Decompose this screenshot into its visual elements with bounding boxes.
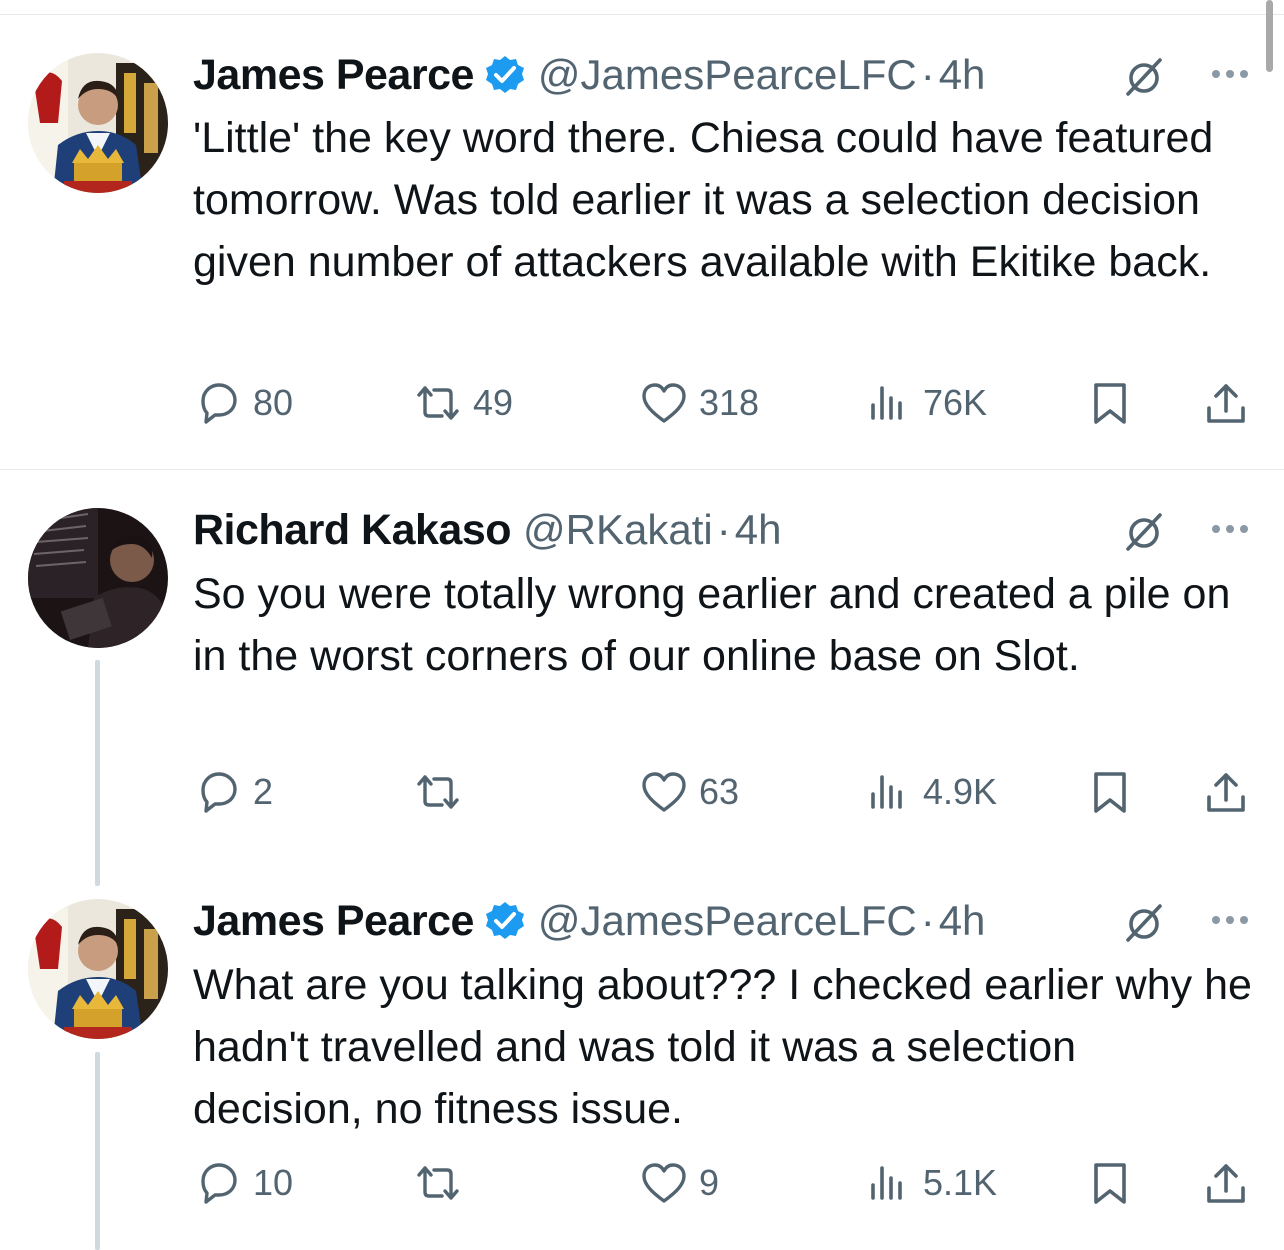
share-button[interactable] xyxy=(1201,1158,1251,1208)
like-count: 9 xyxy=(699,1162,720,1203)
author-handle[interactable]: @JamesPearceLFC xyxy=(538,51,917,99)
retweet-icon xyxy=(417,775,459,809)
separator: · xyxy=(920,51,935,98)
thread-connector xyxy=(95,1052,100,1250)
more-options-icon[interactable] xyxy=(1208,52,1252,96)
timestamp[interactable]: 4h xyxy=(735,506,782,554)
heart-icon xyxy=(642,1163,686,1203)
share-button[interactable] xyxy=(1201,378,1251,428)
bookmark-button[interactable] xyxy=(1085,1158,1135,1208)
bookmark-icon xyxy=(1094,772,1126,813)
more-options-icon[interactable] xyxy=(1208,507,1252,551)
separator: · xyxy=(716,506,731,553)
separator: · xyxy=(920,897,935,944)
avatar[interactable] xyxy=(28,53,168,193)
author-handle[interactable]: @JamesPearceLFC xyxy=(538,897,917,945)
views-button[interactable]: 76K xyxy=(863,378,987,428)
reply-button[interactable]: 2 xyxy=(193,767,273,817)
avatar[interactable] xyxy=(28,899,168,1039)
like-count: 63 xyxy=(699,771,740,812)
grok-icon[interactable] xyxy=(1122,509,1166,553)
tweet-text: So you were totally wrong earlier and cr… xyxy=(193,570,1231,680)
tweet-header: James Pearce @JamesPearceLFC · 4h xyxy=(193,50,985,100)
views-button[interactable]: 5.1K xyxy=(863,1158,997,1208)
author-name[interactable]: James Pearce xyxy=(193,51,474,100)
retweet-icon xyxy=(417,1166,459,1200)
bookmark-icon xyxy=(1094,383,1126,424)
action-bar: 80 49 318 76K xyxy=(193,378,1263,438)
share-icon xyxy=(1207,773,1245,812)
tweet-header: James Pearce @JamesPearceLFC · 4h xyxy=(193,896,985,946)
reply-icon xyxy=(201,383,237,424)
author-name[interactable]: Richard Kakaso xyxy=(193,506,512,555)
views-icon xyxy=(871,775,902,809)
tweet-text: What are you talking about??? I checked … xyxy=(193,961,1252,1133)
retweet-button[interactable] xyxy=(413,1158,473,1208)
action-bar: 2 63 4.9K xyxy=(193,767,1263,827)
top-border xyxy=(0,14,1284,15)
share-icon xyxy=(1207,384,1245,423)
like-button[interactable]: 63 xyxy=(639,767,739,817)
heart-icon xyxy=(642,383,686,423)
like-count: 318 xyxy=(699,382,760,423)
avatar[interactable] xyxy=(28,508,168,648)
tweet-text: 'Little' the key word there. Chiesa coul… xyxy=(193,114,1214,286)
bookmark-button[interactable] xyxy=(1085,378,1135,428)
grok-icon[interactable] xyxy=(1122,54,1166,98)
view-count: 5.1K xyxy=(923,1162,998,1203)
bookmark-button[interactable] xyxy=(1085,767,1135,817)
timestamp[interactable]: 4h xyxy=(939,51,986,99)
thread-connector xyxy=(95,660,100,886)
view-count: 4.9K xyxy=(923,771,998,812)
view-count: 76K xyxy=(923,382,988,423)
reply-button[interactable]: 10 xyxy=(193,1158,293,1208)
verified-badge-icon xyxy=(483,54,526,96)
reply-icon xyxy=(201,772,237,813)
timestamp[interactable]: 4h xyxy=(939,897,986,945)
tweet-divider xyxy=(0,469,1284,470)
views-icon xyxy=(871,1166,902,1200)
views-icon xyxy=(871,386,902,420)
retweet-icon xyxy=(417,386,459,420)
reply-icon xyxy=(201,1163,237,1204)
retweet-button[interactable] xyxy=(413,767,473,817)
like-button[interactable]: 318 xyxy=(639,378,759,428)
more-options-icon[interactable] xyxy=(1208,898,1252,942)
retweet-count: 49 xyxy=(473,382,514,423)
share-icon xyxy=(1207,1164,1245,1203)
tweet-header: Richard Kakaso @RKakati · 4h xyxy=(193,505,781,555)
verified-badge-icon xyxy=(483,900,526,942)
retweet-button[interactable]: 49 xyxy=(413,378,513,428)
bookmark-icon xyxy=(1094,1163,1126,1204)
like-button[interactable]: 9 xyxy=(639,1158,719,1208)
reply-count: 10 xyxy=(253,1162,294,1203)
scrollbar[interactable] xyxy=(1266,0,1273,72)
action-bar: 10 9 5.1K xyxy=(193,1158,1263,1218)
share-button[interactable] xyxy=(1201,767,1251,817)
grok-icon[interactable] xyxy=(1122,900,1166,944)
author-name[interactable]: James Pearce xyxy=(193,897,474,946)
heart-icon xyxy=(642,772,686,812)
views-button[interactable]: 4.9K xyxy=(863,767,997,817)
reply-count: 2 xyxy=(253,771,274,812)
reply-count: 80 xyxy=(253,382,294,423)
author-handle[interactable]: @RKakati xyxy=(523,506,713,554)
reply-button[interactable]: 80 xyxy=(193,378,293,428)
